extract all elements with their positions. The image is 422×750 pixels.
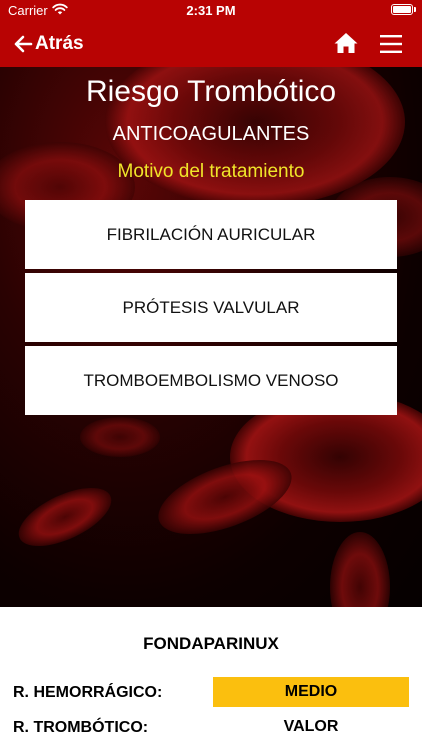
section-label: Motivo del tratamiento <box>117 161 305 182</box>
status-bar: Carrier 2:31 PM <box>0 0 422 20</box>
option-label: TROMBOEMBOLISMO VENOSO <box>83 370 339 390</box>
hamburger-menu-icon[interactable] <box>380 35 402 53</box>
hemorragic-risk-value: MEDIO <box>213 677 409 707</box>
hero-section: Riesgo Trombótico ANTICOAGULANTES Motivo… <box>0 67 422 607</box>
back-button[interactable]: Atrás <box>12 32 84 56</box>
thrombotic-risk-label: R. TROMBÓTICO: <box>13 719 149 736</box>
hemorragic-risk-label: R. HEMORRÁGICO: <box>13 684 163 701</box>
result-panel: FONDAPARINUX R. HEMORRÁGICO: MEDIO R. TR… <box>0 607 422 750</box>
arrow-left-icon <box>14 35 33 53</box>
page-title: Riesgo Trombótico <box>85 75 337 108</box>
clock: 2:31 PM <box>186 3 236 18</box>
page-subtitle: ANTICOAGULANTES <box>112 123 310 145</box>
option-label: PRÓTESIS VALVULAR <box>122 297 300 317</box>
battery-icon <box>391 4 416 15</box>
home-icon[interactable] <box>334 32 358 54</box>
drug-name: FONDAPARINUX <box>143 634 279 653</box>
option-tromboembolismo-venoso[interactable]: TROMBOEMBOLISMO VENOSO <box>25 346 397 415</box>
option-fibrilacion-auricular[interactable]: FIBRILACIÓN AURICULAR <box>25 200 397 269</box>
option-label: FIBRILACIÓN AURICULAR <box>106 224 316 244</box>
thrombotic-risk-value: VALOR <box>283 718 339 735</box>
back-label: Atrás <box>35 33 84 54</box>
option-protesis-valvular[interactable]: PRÓTESIS VALVULAR <box>25 273 397 342</box>
navigation-bar: Atrás <box>0 20 422 67</box>
